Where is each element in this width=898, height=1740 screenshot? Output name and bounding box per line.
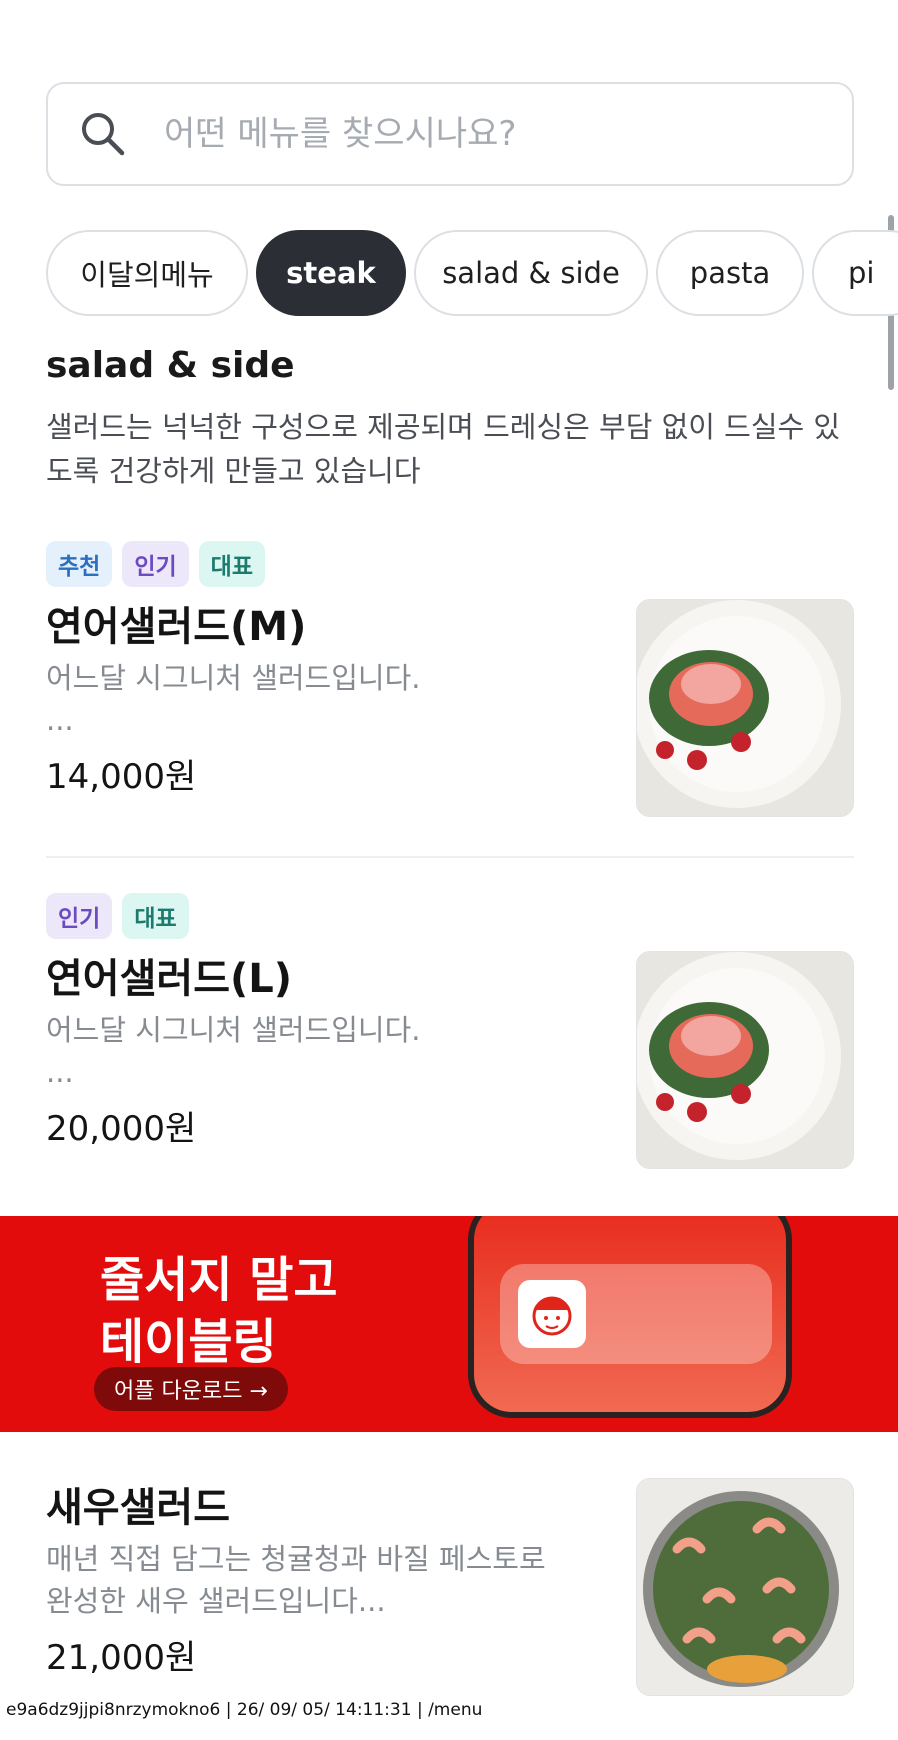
badge-signature: 대표 xyxy=(122,893,189,939)
item-description: 매년 직접 담그는 청귤청과 바질 페스토로 xyxy=(46,1542,546,1576)
divider xyxy=(46,856,854,858)
category-tabs: 이달의메뉴 steak salad & side pasta pi xyxy=(46,230,898,316)
badge-popular: 인기 xyxy=(46,893,113,939)
app-download-button[interactable]: 어플 다운로드 → xyxy=(94,1367,288,1411)
tab-pizza[interactable]: pi xyxy=(812,230,898,316)
search-icon xyxy=(82,113,125,156)
phone-card xyxy=(500,1264,772,1364)
app-logo-icon xyxy=(518,1280,586,1348)
tab-steak[interactable]: steak xyxy=(256,230,406,316)
tab-salad-side[interactable]: salad & side xyxy=(414,230,648,316)
menu-item[interactable]: 인기 대표 연어샐러드(L) 어느달 시그니처 샐러드입니다. ... 20,0… xyxy=(46,893,854,1193)
shrimp-salad-image xyxy=(636,1478,854,1696)
search-bar[interactable] xyxy=(46,82,854,186)
debug-footer: e9a6dz9jjpi8nrzymokno6 | 26/ 09/ 05/ 14:… xyxy=(6,1700,483,1720)
tab-monthly-menu[interactable]: 이달의메뉴 xyxy=(46,230,248,316)
menu-item[interactable]: 새우샐러드 매년 직접 담그는 청귤청과 바질 페스토로 완성한 새우 샐러드입… xyxy=(46,1478,854,1696)
tab-pasta[interactable]: pasta xyxy=(656,230,804,316)
badge-recommended: 추천 xyxy=(46,541,113,587)
promo-banner[interactable]: 줄서지 말고 테이블링 어플 다운로드 → xyxy=(0,1216,898,1432)
item-description-more: 완성한 새우 샐러드입니다... xyxy=(46,1584,386,1618)
badge-signature: 대표 xyxy=(198,541,265,587)
section-title: salad & side xyxy=(46,345,295,386)
item-description-more: ... xyxy=(46,1055,74,1089)
salmon-salad-image xyxy=(636,951,854,1169)
menu-item[interactable]: 추천 인기 대표 연어샐러드(M) 어느달 시그니처 샐러드입니다. ... 1… xyxy=(46,541,854,841)
item-description: 어느달 시그니처 샐러드입니다. xyxy=(46,1013,421,1047)
phone-illustration xyxy=(468,1216,792,1418)
item-description-more: ... xyxy=(46,703,74,737)
badge-popular: 인기 xyxy=(122,541,189,587)
section-description: 샐러드는 넉넉한 구성으로 제공되며 드레싱은 부담 없이 드실수 있도록 건강… xyxy=(46,410,841,488)
search-input[interactable] xyxy=(164,114,852,154)
banner-headline: 줄서지 말고 xyxy=(100,1252,338,1308)
banner-brand: 테이블링 xyxy=(100,1314,277,1370)
item-description: 어느달 시그니처 샐러드입니다. xyxy=(46,661,421,695)
salmon-salad-image xyxy=(636,599,854,817)
